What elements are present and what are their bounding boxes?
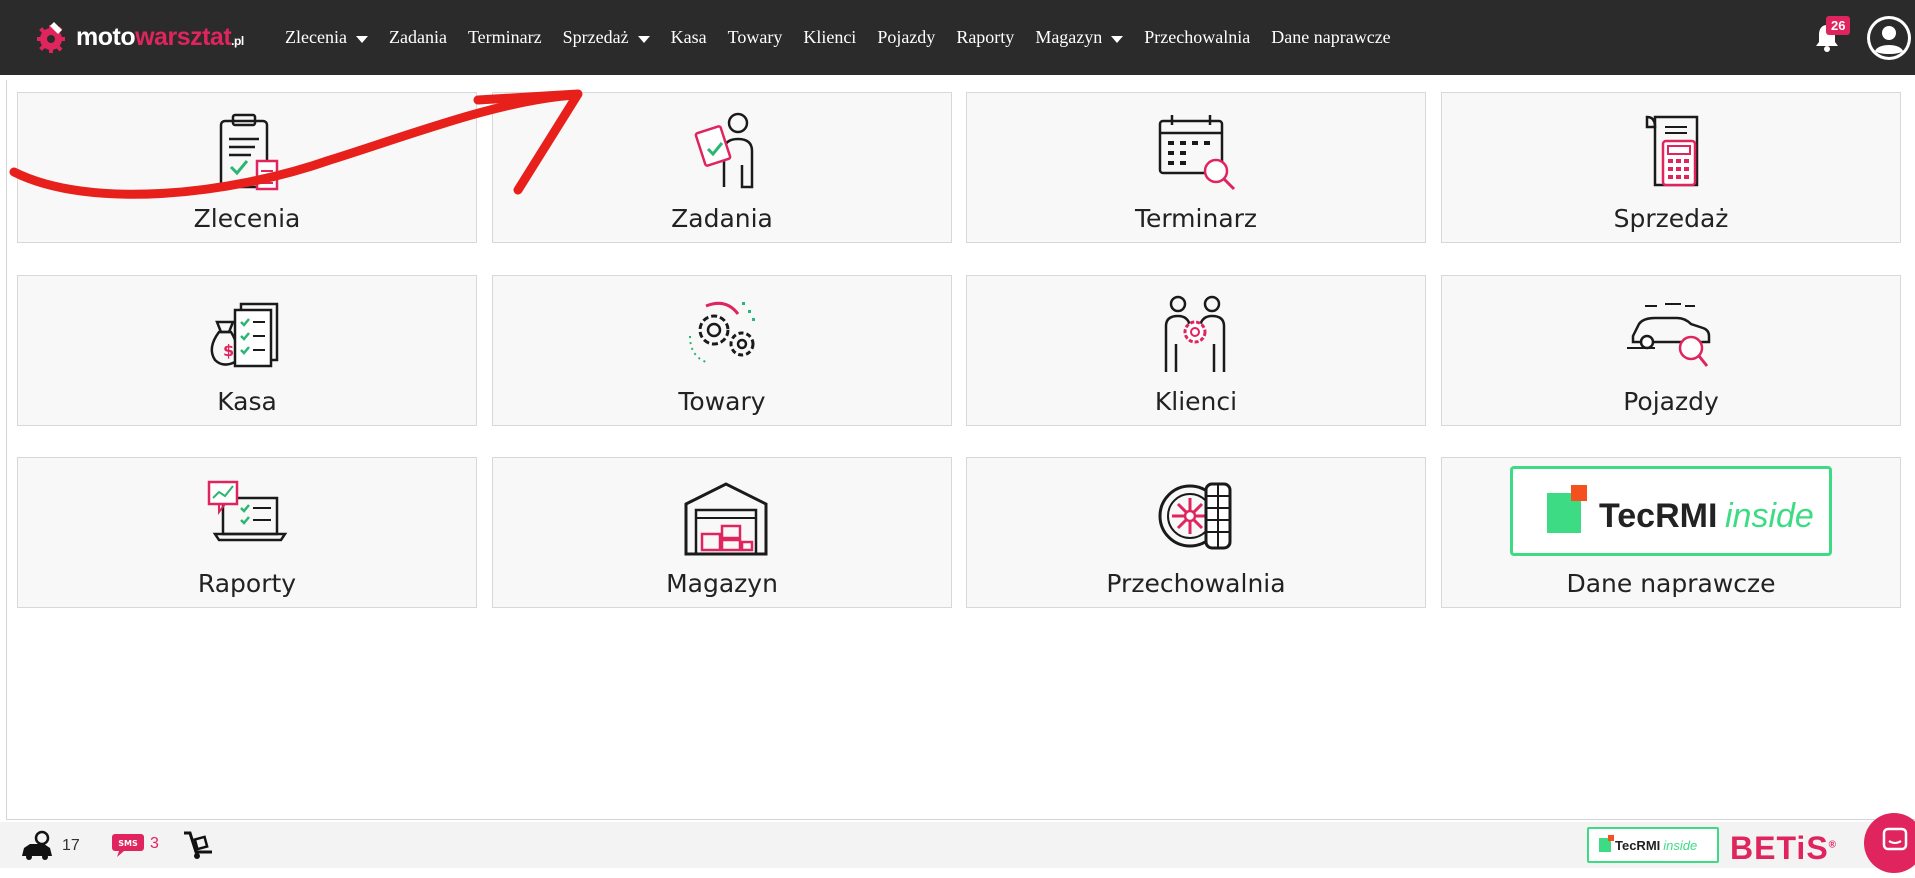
nav-item-raporty[interactable]: Raporty	[956, 27, 1014, 48]
nav-item-label: Pojazdy	[877, 27, 936, 47]
nav-item-pojazdy[interactable]: Pojazdy	[877, 27, 935, 48]
chat-button[interactable]	[1864, 813, 1915, 873]
tile-label: Klienci	[1154, 387, 1238, 416]
sms-status[interactable]: SMS 3	[112, 830, 159, 858]
calendar-search-icon	[1146, 109, 1246, 193]
tecrmi-inside-text: inside	[1663, 837, 1698, 853]
nav-item-klienci[interactable]: Klienci	[803, 27, 856, 48]
tecrmi-text: TecRMI	[1599, 497, 1717, 535]
nav-item-label: Przechowalnia	[1144, 27, 1251, 47]
main-menu: Zlecenia Zadania Terminarz Sprzedaż Kasa Towa…	[285, 0, 1412, 75]
nav-item-towary[interactable]: Towary	[728, 27, 783, 48]
gear-wrench-logo-icon	[37, 22, 65, 53]
laptop-chart-icon	[197, 474, 297, 558]
nav-item-label: Zadania	[388, 27, 447, 47]
tile-label: Pojazdy	[1623, 387, 1719, 416]
money-bag-checklist-icon: $	[197, 292, 297, 376]
user-avatar-icon[interactable]	[1865, 14, 1913, 62]
sms-count: 3	[150, 835, 159, 852]
tile-zlecenia[interactable]: Zlecenia	[17, 92, 477, 243]
cars-count: 17	[62, 837, 80, 854]
tile-label: Magazyn	[666, 569, 778, 598]
nav-item-label: Dane naprawcze	[1271, 27, 1391, 47]
tile-label: Zadania	[671, 204, 773, 233]
logo-text: motowarsztat.pl	[76, 22, 244, 51]
car-person-icon	[22, 830, 52, 860]
tile-zadania[interactable]: Zadania	[492, 92, 952, 243]
app-logo[interactable]: motowarsztat.pl	[32, 14, 244, 60]
nav-item-label: Zlecenia	[285, 27, 347, 47]
nav-item-label: Raporty	[956, 27, 1015, 47]
tecrmi-small-logo[interactable]: TecRMI inside	[1587, 827, 1719, 863]
wheel-tire-icon	[1146, 474, 1246, 558]
tile-przechowalnia[interactable]: Przechowalnia	[966, 457, 1426, 608]
tile-label: Kasa	[217, 387, 277, 416]
notification-badge: 26	[1826, 16, 1851, 35]
caret-down-icon	[637, 36, 650, 43]
hand-truck-icon	[184, 831, 212, 859]
tecrmi-logo: TecRMI inside	[1510, 466, 1832, 556]
nav-item-dane-naprawcze[interactable]: Dane naprawcze	[1271, 27, 1390, 48]
sms-label: SMS	[118, 839, 138, 848]
people-gear-icon	[1146, 292, 1246, 376]
person-clipboard-icon	[672, 109, 772, 193]
bottom-status-bar: 17 SMS 3 TecRMI inside BETiS®	[0, 822, 1915, 868]
clipboard-calculator-icon	[197, 109, 297, 193]
tile-sprzedaż[interactable]: Sprzedaż	[1441, 92, 1901, 243]
nav-item-kasa[interactable]: Kasa	[671, 27, 707, 48]
tecrmi-inside-text: inside	[1725, 497, 1814, 535]
nav-item-label: Sprzedaż	[562, 27, 629, 47]
top-navbar: motowarsztat.pl Zlecenia Zadania Terminarz…	[0, 0, 1915, 75]
tile-dane-naprawcze[interactable]: TecRMI inside Dane naprawcze	[1441, 457, 1901, 608]
receipt-calculator-icon	[1621, 109, 1721, 193]
caret-down-icon	[355, 36, 368, 43]
nav-item-terminarz[interactable]: Terminarz	[468, 27, 542, 48]
sms-bubble-icon: SMS	[112, 834, 144, 857]
nav-item-label: Towary	[727, 27, 783, 47]
tile-label: Sprzedaż	[1613, 204, 1729, 233]
tile-label: Towary	[678, 387, 766, 416]
nav-item-label: Magazyn	[1035, 27, 1103, 47]
nav-item-label: Kasa	[670, 27, 707, 47]
cart-button[interactable]	[182, 830, 216, 860]
tile-label: Przechowalnia	[1106, 569, 1286, 598]
tile-towary[interactable]: Towary	[492, 275, 952, 426]
tile-klienci[interactable]: Klienci	[966, 275, 1426, 426]
svg-text:$: $	[223, 341, 234, 360]
tile-terminarz[interactable]: Terminarz	[966, 92, 1426, 243]
gears-icon	[672, 292, 772, 376]
nav-item-magazyn[interactable]: Magazyn	[1035, 27, 1124, 48]
betis-logo[interactable]: BETiS®	[1730, 830, 1837, 867]
car-search-icon	[1621, 292, 1721, 376]
tile-label: Terminarz	[1134, 204, 1258, 233]
tecrmi-square-icon	[1599, 835, 1614, 852]
warehouse-icon	[672, 474, 772, 558]
tile-raporty[interactable]: Raporty	[17, 457, 477, 608]
tile-label: Raporty	[197, 569, 297, 598]
nav-item-sprzedaż[interactable]: Sprzedaż	[563, 27, 650, 48]
nav-item-label: Klienci	[803, 27, 857, 47]
cars-status[interactable]: 17	[20, 830, 80, 862]
tecrmi-text: TecRMI	[1615, 837, 1661, 853]
tile-magazyn[interactable]: Magazyn	[492, 457, 952, 608]
nav-item-zadania[interactable]: Zadania	[389, 27, 447, 48]
nav-item-label: Terminarz	[467, 27, 542, 47]
nav-item-zlecenia[interactable]: Zlecenia	[285, 27, 368, 48]
tile-pojazdy[interactable]: Pojazdy	[1441, 275, 1901, 426]
tile-label: Zlecenia	[193, 204, 301, 233]
tile-kasa[interactable]: $ Kasa	[17, 275, 477, 426]
tile-label: Dane naprawcze	[1566, 569, 1776, 598]
nav-item-przechowalnia[interactable]: Przechowalnia	[1144, 27, 1250, 48]
chat-icon	[1882, 827, 1908, 851]
caret-down-icon	[1111, 36, 1124, 43]
